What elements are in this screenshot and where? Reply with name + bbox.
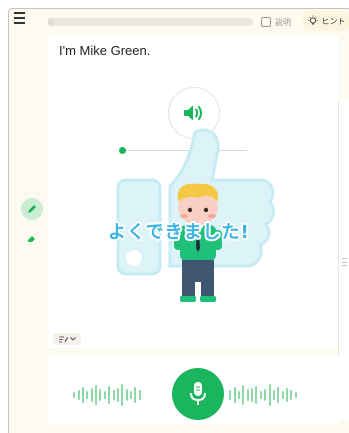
waveform-bar	[73, 392, 76, 398]
waveform-bar	[259, 391, 262, 399]
waveform-bar	[251, 388, 254, 402]
waveform-bar	[116, 388, 119, 402]
waveform-right	[228, 380, 298, 410]
waveform-bar	[77, 390, 80, 400]
waveform-bar	[95, 385, 98, 405]
waveform-bar	[81, 387, 84, 403]
waveform-bar	[277, 387, 280, 403]
waveform-bar	[86, 391, 89, 399]
waveform-bar	[134, 387, 137, 403]
waveform-bar	[264, 389, 267, 401]
waveform-bar	[268, 384, 271, 406]
lesson-progress-fill	[48, 18, 54, 26]
top-bar: 説明 ヒント	[48, 8, 349, 36]
feedback-message: よくできました!	[108, 222, 250, 243]
waveform-bar	[272, 390, 275, 400]
waveform-bar	[237, 391, 240, 399]
explain-label: 説明	[275, 17, 291, 27]
hint-label: ヒント	[321, 16, 346, 26]
waveform-bar	[90, 388, 93, 402]
microphone-icon	[190, 382, 206, 405]
panel-resize-handle[interactable]	[342, 258, 347, 266]
pen-tool-button[interactable]	[21, 198, 43, 220]
input-mode-dropdown[interactable]	[53, 333, 81, 345]
lightbulb-icon	[307, 15, 318, 25]
hint-button[interactable]: ヒント	[303, 11, 349, 31]
waveform-bar	[103, 391, 106, 399]
waveform-left	[72, 380, 142, 410]
eraser-tool-button[interactable]	[25, 232, 39, 246]
waveform-bar	[246, 389, 249, 401]
waveform-bar	[108, 386, 111, 404]
explain-button[interactable]: 説明	[261, 13, 291, 31]
lesson-sentence: I'm Mike Green.	[59, 43, 151, 58]
pen-lines-icon	[58, 336, 68, 342]
waveform-bar	[138, 390, 141, 400]
waveform-bar	[286, 388, 289, 402]
menu-icon[interactable]	[14, 11, 30, 25]
waveform-bar	[112, 390, 115, 400]
waveform-bar	[242, 385, 245, 405]
waveform-bar	[233, 387, 236, 403]
waveform-bar	[99, 389, 102, 401]
waveform-bar	[130, 391, 133, 399]
waveform-bar	[290, 390, 293, 400]
chevron-down-icon	[69, 337, 76, 341]
waveform-bar	[255, 386, 258, 404]
record-button[interactable]	[172, 368, 224, 420]
waveform-bar	[125, 389, 128, 401]
waveform-bar	[294, 392, 297, 398]
lesson-progress-bar	[48, 18, 253, 26]
left-toolbar	[8, 8, 48, 433]
eraser-icon	[27, 236, 35, 242]
waveform-bar	[281, 391, 284, 399]
waveform-bar	[229, 390, 232, 400]
waveform-bar	[121, 384, 124, 406]
pencil-icon	[28, 205, 36, 213]
document-icon	[261, 17, 271, 27]
